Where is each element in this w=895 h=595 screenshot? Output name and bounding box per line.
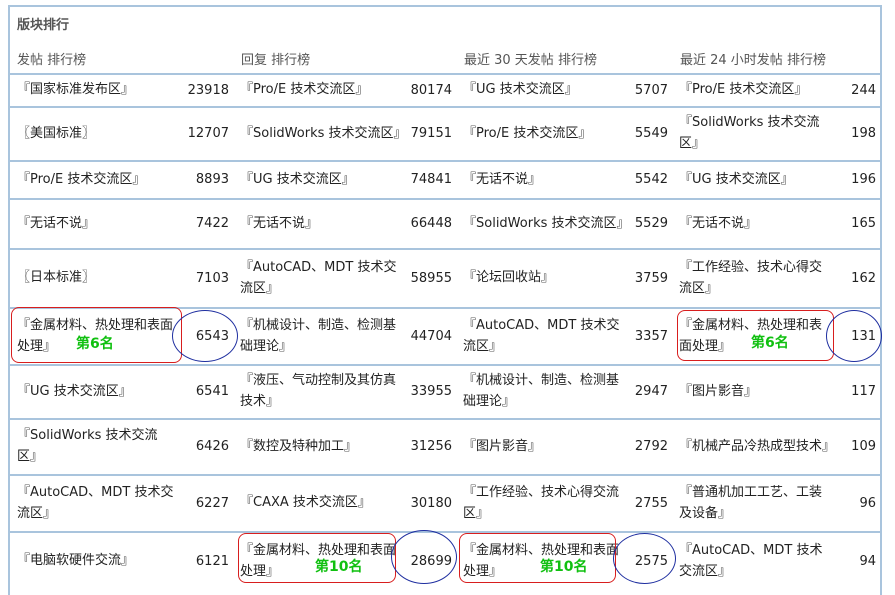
board-name-link[interactable]: 『机械设计、制造、检测基础理论』 [463,370,628,412]
post-count: 80174 [410,82,452,98]
post-count: 5707 [634,82,668,98]
board-name-link[interactable]: 『Pro/E 技术交流区』 [679,79,829,100]
board-name-link[interactable]: 『CAXA 技术交流区』 [240,492,405,513]
post-count: 12707 [187,126,229,141]
column-header-posts: 发帖 排行榜 [17,53,87,68]
board-name-link[interactable]: 『SolidWorks 技术交流区』 [240,123,407,144]
row-divider [10,198,880,200]
board-name-link[interactable]: 『图片影音』 [463,436,628,457]
post-count: 2792 [634,439,668,454]
board-name-link[interactable]: 『电脑软硬件交流』 [17,550,177,571]
rank-label-30d: 第10名 [540,559,588,575]
post-count: 28699 [410,553,452,569]
column-header-30-days: 最近 30 天发帖 排行榜 [464,53,597,68]
post-count: 94 [859,553,876,569]
post-count: 79151 [410,126,452,141]
post-count: 23918 [187,82,229,98]
post-count: 6426 [195,439,229,454]
board-name-link[interactable]: 〖美国标准〗 [17,123,177,144]
rank-label-posts: 第6名 [76,336,114,352]
row-divider [10,160,880,162]
row-divider [10,73,880,75]
board-name-link[interactable]: 『机械设计、制造、检测基础理论』 [240,315,405,357]
board-name-link[interactable]: 『UG 技术交流区』 [679,169,829,190]
post-count: 96 [859,495,876,511]
post-count: 3759 [634,270,668,286]
post-count: 66448 [410,216,452,231]
board-name-link[interactable]: 『AutoCAD、MDT 技术交流区』 [17,482,177,524]
post-count: 74841 [410,172,452,187]
post-count: 6541 [195,384,229,399]
row-divider [10,106,880,108]
board-name-link[interactable]: 『AutoCAD、MDT 技术交流区』 [240,257,405,299]
post-count: 8893 [195,172,229,187]
board-name-link[interactable]: 『工作经验、技术心得交流区』 [463,482,628,524]
board-name-link[interactable]: 『UG 技术交流区』 [463,79,628,100]
board-name-link[interactable]: 『无话不说』 [17,213,177,234]
board-name-link[interactable]: 『UG 技术交流区』 [240,169,405,190]
board-name-link[interactable]: 『Pro/E 技术交流区』 [17,169,177,190]
column-header-24-hours: 最近 24 小时发帖 排行榜 [680,53,826,68]
post-count: 5542 [634,172,668,187]
post-count: 5529 [634,216,668,231]
board-name-link[interactable]: 『SolidWorks 技术交流区』 [679,112,829,154]
post-count: 117 [851,384,876,399]
board-name-link[interactable]: 『SolidWorks 技术交流区』 [463,213,630,234]
post-count: 6543 [195,328,229,344]
board-name-link[interactable]: 『论坛回收站』 [463,267,628,288]
board-name-link[interactable]: 『机械产品冷热成型技术』 [679,436,835,457]
post-count: 7103 [195,270,229,286]
row-divider [10,474,880,476]
post-count: 44704 [410,328,452,344]
post-count: 131 [851,328,876,344]
board-name-link[interactable]: 『无话不说』 [240,213,405,234]
post-count: 198 [851,126,876,141]
post-count: 165 [851,216,876,231]
board-name-link[interactable]: 〖日本标准〗 [17,267,177,288]
row-divider [10,248,880,250]
board-name-link[interactable]: 『液压、气动控制及其仿真技术』 [240,370,405,412]
post-count: 244 [851,82,876,98]
row-divider [10,418,880,420]
post-count: 6227 [195,495,229,511]
row-divider [10,307,880,309]
board-name-link[interactable]: 『UG 技术交流区』 [17,381,177,402]
row-divider [10,364,880,366]
board-name-link[interactable]: 『普通机加工工艺、工装及设备』 [679,482,829,524]
post-count: 2575 [634,553,668,569]
post-count: 31256 [410,439,452,454]
post-count: 3357 [634,328,668,344]
column-header-replies: 回复 排行榜 [241,53,311,68]
rank-label-replies: 第10名 [315,559,363,575]
board-name-link[interactable]: 『AutoCAD、MDT 技术交流区』 [463,315,628,357]
board-name-link[interactable]: 『工作经验、技术心得交流区』 [679,257,829,299]
post-count: 196 [851,172,876,187]
board-name-link[interactable]: 『国家标准发布区』 [17,79,177,100]
post-count: 7422 [195,216,229,231]
board-name-link[interactable]: 『无话不说』 [679,213,829,234]
post-count: 2755 [634,495,668,511]
board-name-link[interactable]: 『SolidWorks 技术交流区』 [17,425,177,467]
post-count: 33955 [410,384,452,399]
board-name-link[interactable]: 『Pro/E 技术交流区』 [463,123,628,144]
board-name-link[interactable]: 『数控及特种加工』 [240,436,405,457]
post-count: 162 [851,270,876,286]
post-count: 6121 [195,553,229,569]
post-count: 109 [851,439,876,454]
section-title: 版块排行 [17,18,70,33]
post-count: 5549 [634,126,668,141]
rank-label-24h: 第6名 [751,335,789,351]
post-count: 2947 [634,384,668,399]
board-name-link[interactable]: 『无话不说』 [463,169,628,190]
board-name-link[interactable]: 『Pro/E 技术交流区』 [240,79,405,100]
post-count: 30180 [410,495,452,511]
board-name-link[interactable]: 『AutoCAD、MDT 技术交流区』 [679,540,829,582]
post-count: 58955 [410,270,452,286]
board-name-link[interactable]: 『图片影音』 [679,381,829,402]
row-divider [10,531,880,533]
